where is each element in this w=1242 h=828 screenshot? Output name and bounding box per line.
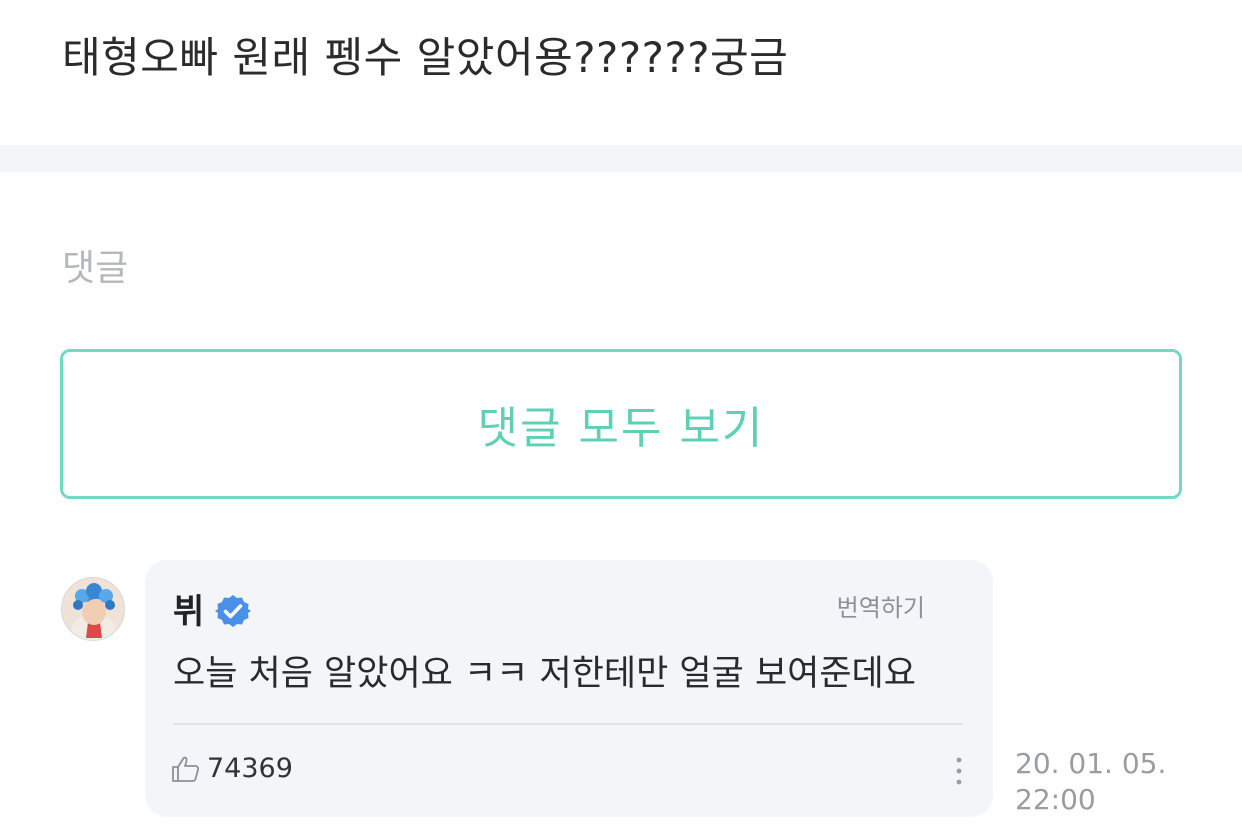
section-divider (0, 145, 1242, 172)
view-all-comments-button[interactable]: 댓글 모두 보기 (60, 349, 1182, 499)
avatar-image (62, 578, 124, 640)
comment-divider (173, 723, 963, 725)
comments-heading: 댓글 (62, 248, 129, 289)
post-title: 태형오빠 원래 펭수 알았어용??????궁금 (62, 33, 789, 82)
comment-timestamp: 20. 01. 05. 22:00 (1015, 747, 1167, 816)
comment-card: 뷔 번역하기 오늘 처음 알았어요 ㅋㅋ 저한테만 얼굴 보여준데요 74369 (145, 560, 993, 817)
thumbs-up-icon[interactable] (171, 754, 201, 784)
comment-text: 오늘 처음 알았어요 ㅋㅋ 저한테만 얼굴 보여준데요 (173, 654, 916, 694)
like-count: 74369 (207, 753, 293, 784)
verified-check-icon (215, 595, 251, 627)
translate-button[interactable]: 번역하기 (837, 592, 925, 624)
comment-author-name[interactable]: 뷔 (173, 590, 204, 634)
avatar[interactable] (61, 577, 125, 641)
view-all-comments-label: 댓글 모두 보기 (477, 403, 765, 454)
more-vertical-icon[interactable] (949, 754, 969, 788)
